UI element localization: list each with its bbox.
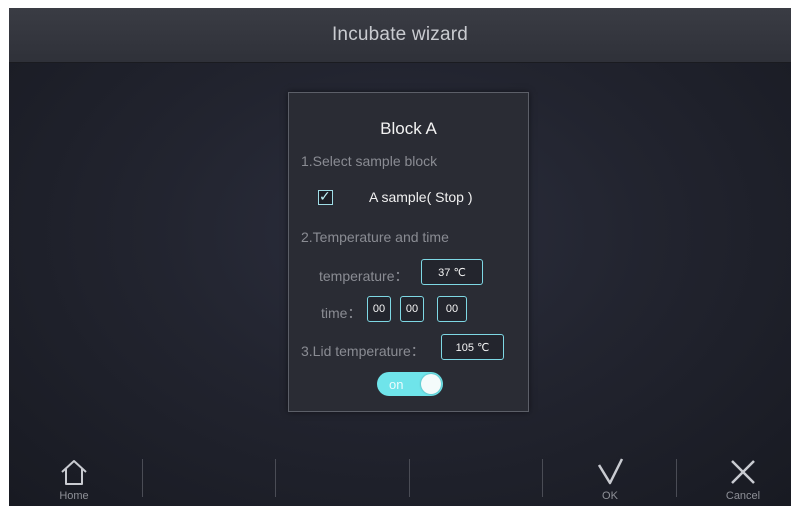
- toggle-label: on: [389, 377, 404, 392]
- toolbar-divider: [542, 459, 543, 497]
- temperature-input[interactable]: 37 ℃: [421, 259, 483, 285]
- page-title: Incubate wizard: [331, 24, 469, 45]
- toolbar-divider: [409, 459, 410, 497]
- temperature-label: temperature：: [319, 268, 409, 284]
- step-temperature-time-label: 2.Temperature and time: [301, 229, 449, 245]
- time-minutes-input[interactable]: 00: [400, 296, 424, 322]
- toolbar-divider: [142, 459, 143, 497]
- block-title: Block A: [380, 119, 437, 138]
- time-label: time：: [321, 305, 362, 321]
- checkmark-icon: [597, 458, 624, 485]
- cancel-button[interactable]: Cancel: [713, 453, 773, 506]
- time-hours-input[interactable]: 00: [367, 296, 391, 322]
- close-icon: [731, 460, 755, 484]
- home-icon: [61, 460, 87, 485]
- toolbar-divider: [676, 459, 677, 497]
- ok-button[interactable]: OK: [580, 453, 640, 506]
- sample-checkbox[interactable]: ✓: [318, 188, 333, 205]
- cancel-label: Cancel: [725, 490, 761, 502]
- bottom-toolbar: Home OK Cancel: [9, 453, 791, 506]
- step-lid-temperature-label: 3.Lid temperature：: [301, 343, 425, 359]
- title-bar: Incubate wizard: [9, 8, 791, 63]
- sample-label: A sample( Stop ): [369, 189, 473, 205]
- step-select-sample-label: 1.Select sample block: [301, 153, 438, 169]
- home-label: Home: [59, 490, 89, 502]
- lid-heating-toggle[interactable]: on: [377, 372, 443, 396]
- check-icon: ✓: [319, 188, 331, 204]
- ok-label: OK: [602, 490, 618, 502]
- toolbar-divider: [275, 459, 276, 497]
- app-screen: Incubate wizard Block A 1.Select sample …: [9, 8, 791, 506]
- lid-temperature-input[interactable]: 105 ℃: [441, 334, 504, 360]
- incubate-dialog: Block A 1.Select sample block ✓ A sample…: [288, 92, 529, 412]
- home-button[interactable]: Home: [44, 453, 104, 506]
- time-seconds-input[interactable]: 00: [437, 296, 467, 322]
- toggle-knob: [421, 374, 441, 394]
